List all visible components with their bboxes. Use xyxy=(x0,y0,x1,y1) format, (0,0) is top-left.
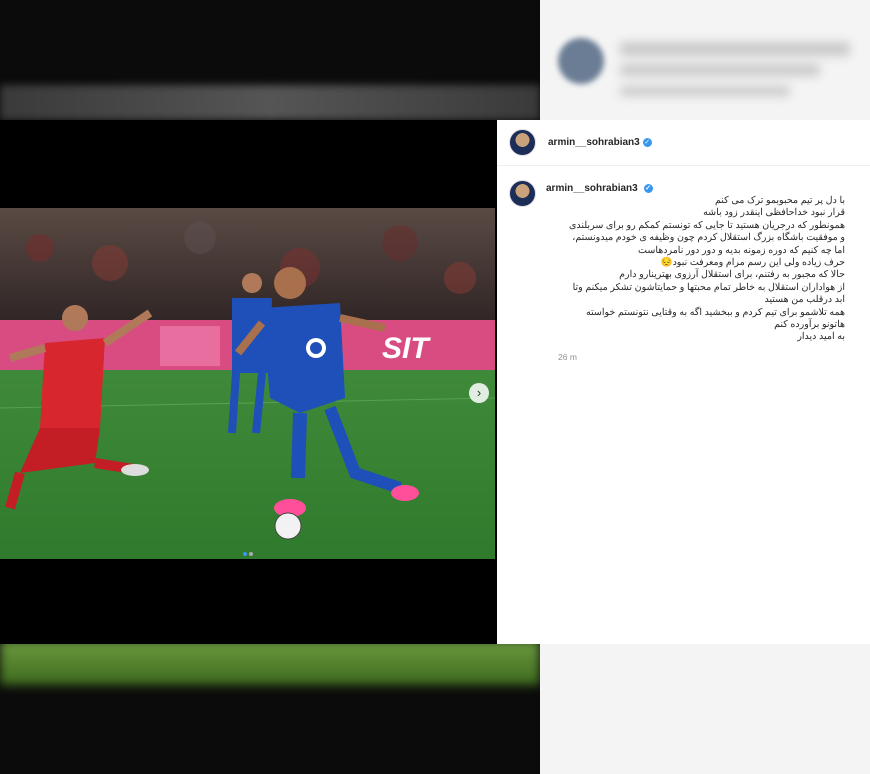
caption-avatar[interactable] xyxy=(509,180,536,207)
chevron-right-icon: › xyxy=(476,385,482,400)
blurred-header-strip xyxy=(0,85,540,120)
caption-line: از هواداران استقلال به خاطر تمام محبتها … xyxy=(572,281,845,293)
post-media: SIT › xyxy=(0,120,497,644)
carousel-dot xyxy=(248,552,253,556)
next-slide-button[interactable]: › xyxy=(469,383,489,403)
blurred-pitch-strip xyxy=(0,640,540,685)
carousel-dots xyxy=(0,543,495,559)
post-photo[interactable]: SIT › xyxy=(0,208,495,559)
blurred-avatar xyxy=(558,38,604,84)
caption-line: هاتونو برآورده کنم xyxy=(774,319,845,331)
post-sidebar: armin__sohrabian3 ✓ armin__sohrabian3 ✓ … xyxy=(497,120,870,644)
caption-line: قرار نبود خداحافظی اینقدر زود باشه xyxy=(703,207,845,219)
caption-line: ابد درقلب من هستید xyxy=(764,294,845,306)
caption-line: و موفقیت باشگاه بزرگ استقلال کردم چون وظ… xyxy=(572,232,845,244)
caption-text: با دل پر تیم محبوبمو ترک می کنم قرار نبو… xyxy=(545,195,845,344)
football-photo: SIT xyxy=(0,208,495,559)
caption-line: به امید دیدار xyxy=(797,331,845,343)
verified-badge-icon: ✓ xyxy=(643,183,653,193)
caption: armin__sohrabian3 ✓ با دل پر تیم محبوبمو… xyxy=(497,166,870,362)
header-username[interactable]: armin__sohrabian3 xyxy=(548,137,640,148)
avatar[interactable] xyxy=(509,129,536,156)
svg-text:SIT: SIT xyxy=(382,332,431,365)
caption-line: حرف زیاده ولی این رسم مرام ومعرفت نبود😔 xyxy=(660,257,845,269)
caption-username[interactable]: armin__sohrabian3 xyxy=(546,183,638,194)
post-timestamp: 26 m xyxy=(558,351,577,362)
caption-line: همه تلاشمو برای تیم کردم و ببخشید اگه به… xyxy=(585,306,845,318)
caption-line: حالا که مجبور به رفتنم، برای استقلال آرز… xyxy=(619,269,845,281)
blurred-text-line xyxy=(620,86,790,96)
caption-line: همونطور که درجریان هستید تا جایی که تونس… xyxy=(569,219,845,231)
blurred-text-line xyxy=(620,64,820,76)
post-header: armin__sohrabian3 ✓ xyxy=(497,120,870,166)
caption-line: اما چه کنیم که دوره زمونه بدیه و دور دور… xyxy=(638,244,845,256)
caption-username-row: armin__sohrabian3 ✓ xyxy=(546,183,653,194)
instagram-post: SIT › armin__sohrabian3 ✓ armin__sohrabi… xyxy=(0,120,870,644)
blurred-text-line xyxy=(620,42,850,56)
verified-badge-icon: ✓ xyxy=(642,138,652,147)
caption-line: با دل پر تیم محبوبمو ترک می کنم xyxy=(714,195,845,206)
carousel-dot xyxy=(242,552,247,556)
